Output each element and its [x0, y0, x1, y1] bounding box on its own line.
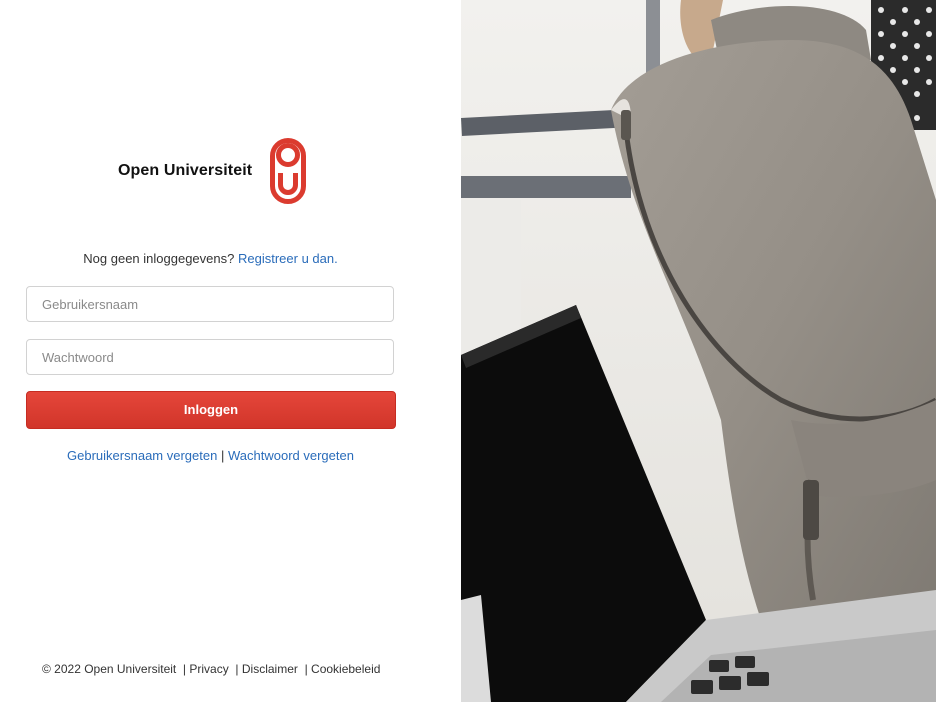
hero-photo [461, 0, 936, 702]
register-line: Nog geen inloggegevens? Registreer u dan… [0, 251, 421, 266]
ou-logo-icon [270, 138, 306, 204]
username-input[interactable] [26, 286, 394, 322]
footer-disclaimer-link[interactable]: Disclaimer [242, 662, 298, 676]
footer-cookie-link[interactable]: Cookiebeleid [311, 662, 380, 676]
backpack-laptop-image [461, 0, 936, 702]
logo-wordmark: Open Universiteit [118, 162, 253, 179]
login-panel: Open Universiteit Nog geen inloggegevens… [0, 0, 461, 702]
footer-privacy-link[interactable]: Privacy [189, 662, 228, 676]
forgot-username-link[interactable]: Gebruikersnaam vergeten [67, 448, 217, 463]
register-link[interactable]: Registreer u dan. [238, 251, 338, 266]
login-button[interactable]: Inloggen [26, 391, 396, 429]
forgot-links: Gebruikersnaam vergeten | Wachtwoord ver… [0, 448, 421, 463]
footer: © 2022 Open Universiteit | Privacy | Dis… [42, 662, 381, 676]
register-prompt: Nog geen inloggegevens? [83, 251, 235, 266]
footer-copyright: © 2022 Open Universiteit [42, 662, 177, 676]
forgot-separator: | [220, 448, 225, 463]
forgot-password-link[interactable]: Wachtwoord vergeten [228, 448, 354, 463]
password-input[interactable] [26, 339, 394, 375]
